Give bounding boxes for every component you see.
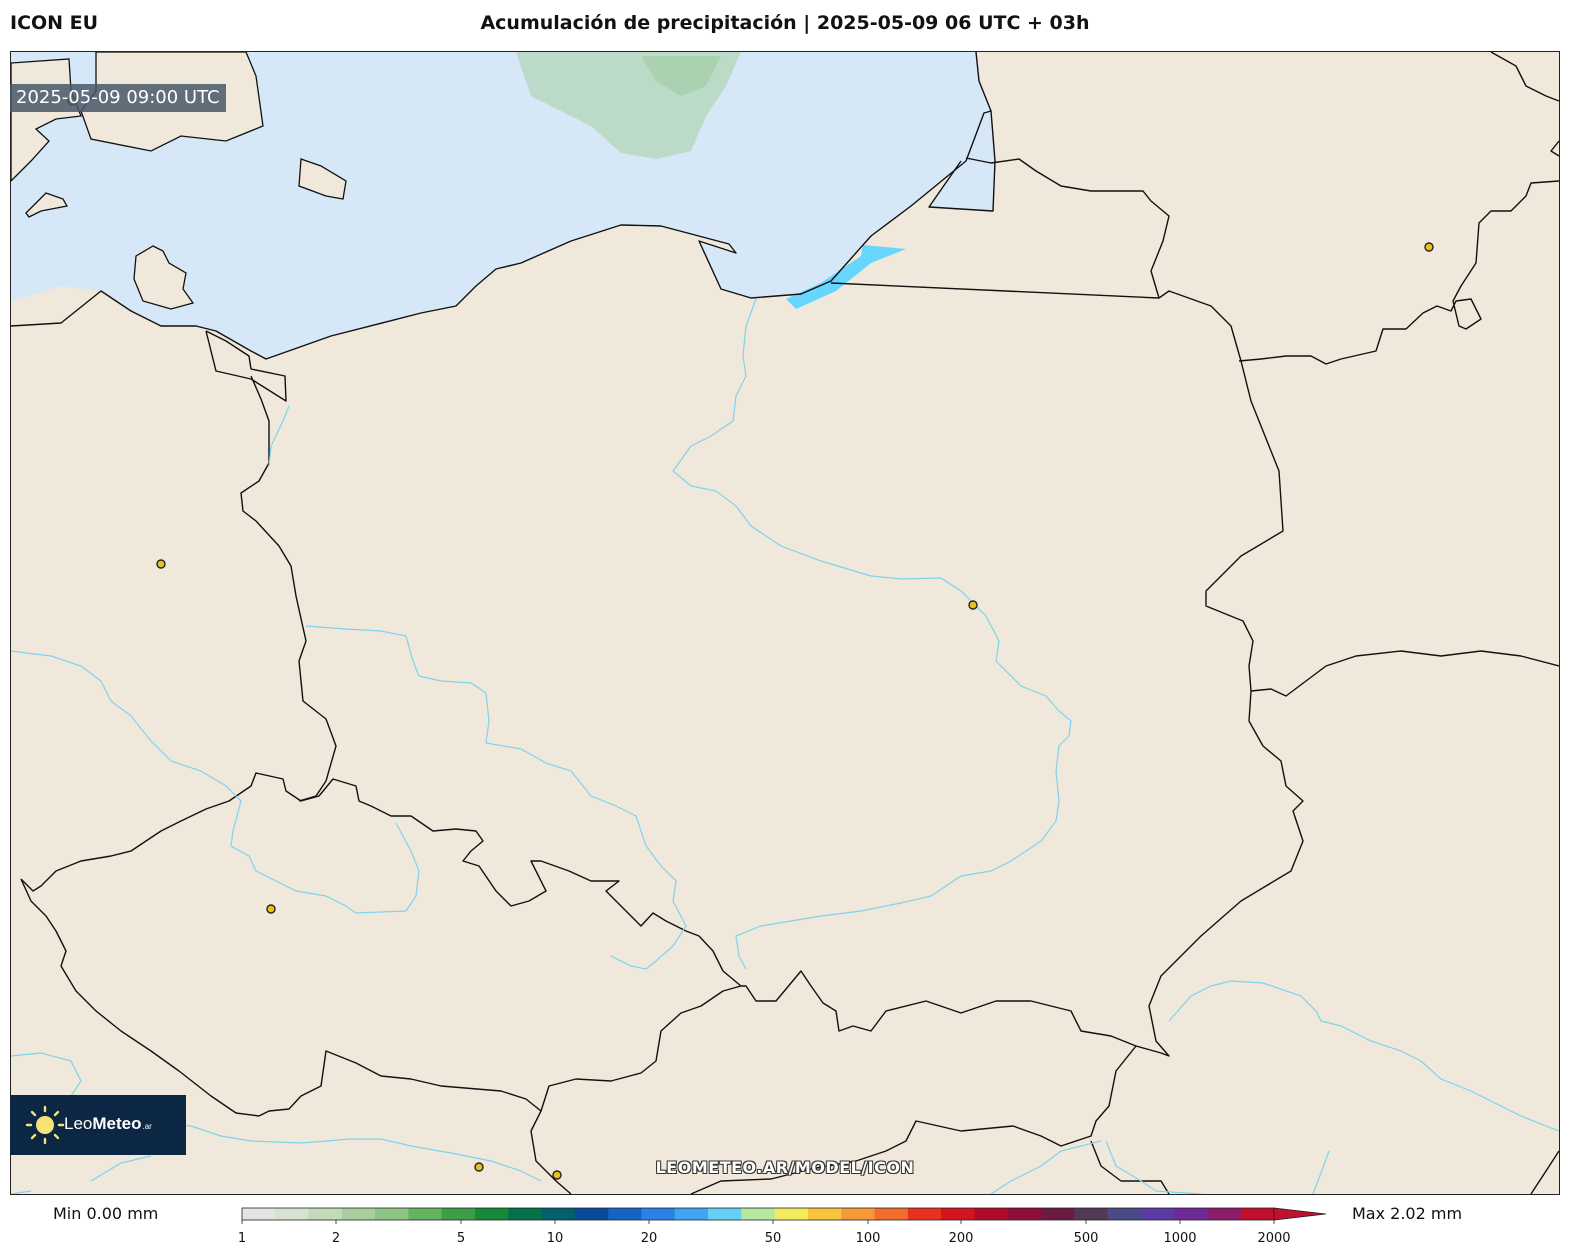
colorbar-tick-label: 500: [1073, 1231, 1099, 1246]
colorbar-tick-label: 200: [948, 1231, 974, 1246]
colorbar-swatch: [375, 1208, 409, 1220]
colorbar-swatch: [1074, 1208, 1109, 1220]
colorbar-swatch: [242, 1208, 276, 1220]
colorbar-swatch: [408, 1208, 443, 1220]
sun-icon: [25, 1105, 65, 1145]
watermark: LEOMETEO.AR/MODEL/ICON: [655, 1158, 915, 1177]
colorbar-swatch: [774, 1208, 809, 1220]
map-canvas[interactable]: [11, 52, 1559, 1194]
city-marker[interactable]: [968, 600, 978, 610]
valid-time-label: 2025-05-09 09:00 UTC: [10, 84, 226, 112]
colorbar-swatch: [508, 1208, 543, 1220]
colorbar-tick-label: 5: [456, 1231, 466, 1246]
colorbar-swatch: [974, 1208, 1009, 1220]
colorbar-tick-label: 1: [237, 1231, 247, 1246]
colorbar-swatch: [674, 1208, 709, 1220]
colorbar-min-label: Min 0.00 mm: [53, 1204, 159, 1223]
colorbar-swatch: [475, 1208, 509, 1220]
colorbar-tick-label: 2: [331, 1231, 341, 1246]
colorbar-swatch: [907, 1208, 942, 1220]
colorbar-swatch: [275, 1208, 310, 1220]
colorbar-swatch: [608, 1208, 642, 1220]
colorbar-tick-label: 20: [640, 1231, 658, 1246]
colorbar-swatch: [541, 1208, 576, 1220]
colorbar-swatch: [1107, 1208, 1142, 1220]
colorbar-swatch: [441, 1208, 476, 1220]
colorbar-swatch: [1174, 1208, 1208, 1220]
colorbar-swatch: [1140, 1208, 1175, 1220]
colorbar-swatch: [341, 1208, 376, 1220]
colorbar-swatch: [708, 1208, 742, 1220]
city-marker[interactable]: [156, 559, 166, 569]
logo-name-bold: Meteo: [92, 1114, 142, 1133]
colorbar-swatch: [741, 1208, 776, 1220]
logo-suffix: .ar: [142, 1122, 152, 1131]
city-marker[interactable]: [1424, 242, 1434, 252]
colorbar-swatch: [308, 1208, 343, 1220]
map-title: Acumulación de precipitación | 2025-05-0…: [480, 12, 1090, 34]
rivers: [11, 298, 1559, 1194]
colorbar-swatch: [841, 1208, 876, 1220]
logo-text: LeoMeteo.ar: [64, 1114, 152, 1134]
colorbar-swatch: [1240, 1208, 1275, 1220]
colorbar: [241, 1207, 1327, 1224]
logo-name-light: Leo: [64, 1114, 93, 1133]
colorbar-tick-label: 10: [546, 1231, 564, 1246]
colorbar-tick-label: 2000: [1257, 1231, 1291, 1246]
colorbar-tick-label: 50: [764, 1231, 782, 1246]
colorbar-tick-label: 1000: [1163, 1231, 1197, 1246]
city-marker[interactable]: [266, 904, 276, 914]
leometeo-logo[interactable]: LeoMeteo.ar: [10, 1095, 186, 1155]
colorbar-tick-label: 100: [855, 1231, 881, 1246]
colorbar-swatch: [641, 1208, 676, 1220]
map-frame[interactable]: [10, 51, 1560, 1195]
colorbar-swatch: [874, 1208, 909, 1220]
colorbar-extend-arrow: [1273, 1207, 1327, 1221]
colorbar-swatch: [941, 1208, 975, 1220]
colorbar-swatch: [1207, 1208, 1242, 1220]
colorbar-swatch: [807, 1208, 842, 1220]
colorbar-swatch: [574, 1208, 609, 1220]
colorbar-swatch: [1040, 1208, 1075, 1220]
colorbar-max-label: Max 2.02 mm: [1352, 1204, 1463, 1223]
colorbar-swatch: [1007, 1208, 1042, 1220]
